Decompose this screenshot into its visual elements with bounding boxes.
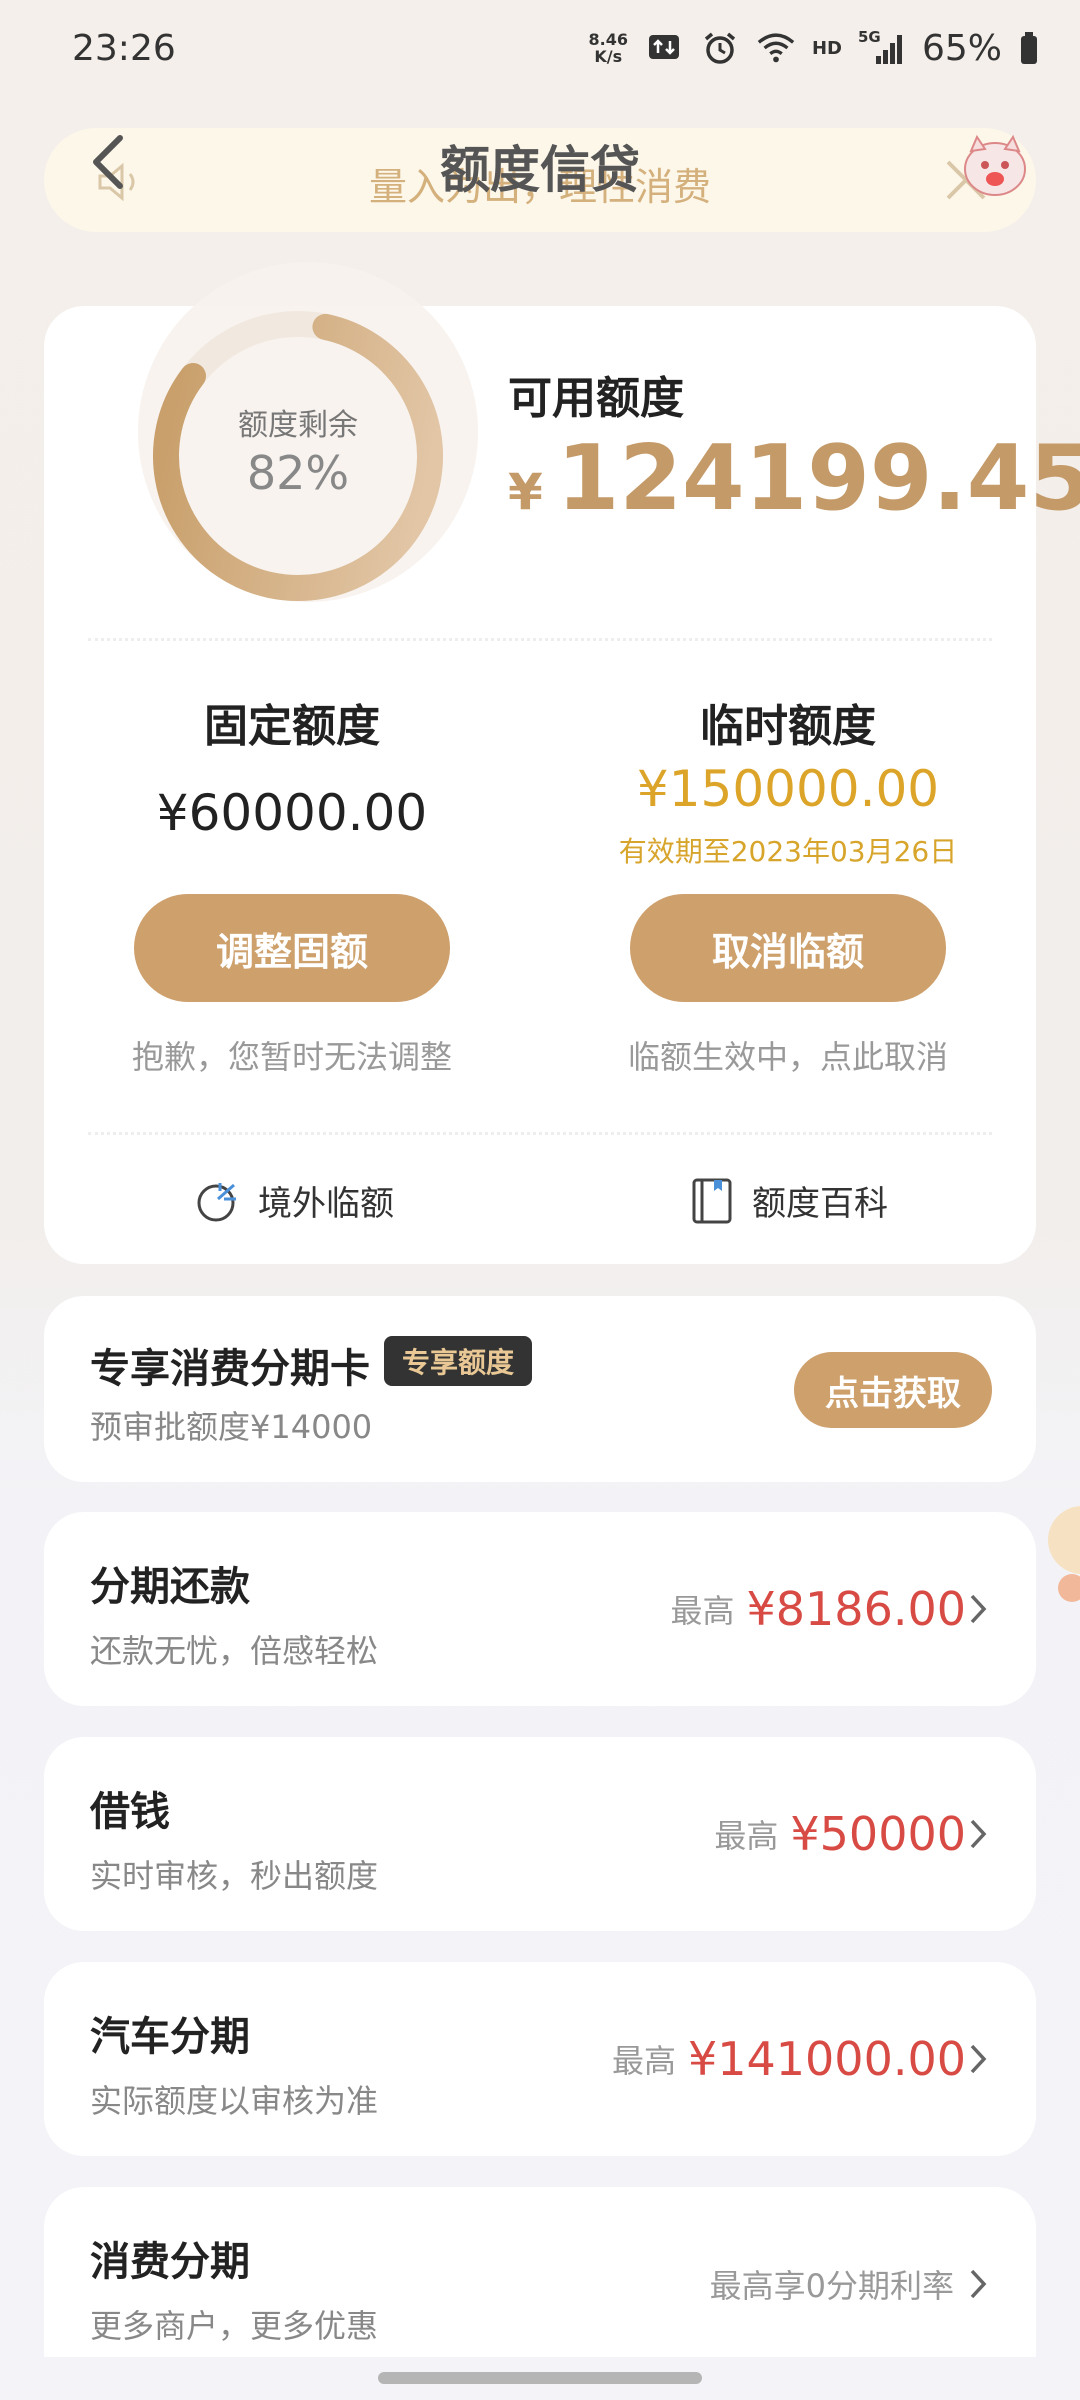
temp-credit-hint[interactable]: 临额生效中，点此取消 (588, 1032, 988, 1078)
net-speed-unit: K/s (594, 47, 623, 66)
divider (88, 638, 992, 641)
temp-credit-validity: 有效期至2023年03月26日 (618, 835, 958, 868)
battery-icon (1018, 28, 1040, 68)
list-item-subtitle: 更多商户，更多优惠 (90, 2307, 379, 2345)
floating-promo-icon[interactable] (1042, 1500, 1080, 1610)
page-title: 额度信贷 (440, 141, 640, 199)
ring-percent: 82% (246, 446, 350, 500)
battery-percent: 65% (921, 27, 1002, 69)
status-bar: 23:26 8.46 K/s HD 5G 65% (0, 0, 1080, 96)
max-label: 最高 (611, 2042, 676, 2080)
fixed-credit-hint: 抱歉，您暂时无法调整 (131, 1038, 452, 1076)
list-item-subtitle: 还款无忧，倍感轻松 (90, 1632, 379, 1670)
list-item-title: 汽车分期 (90, 2014, 250, 2060)
status-time: 23:26 (72, 27, 176, 69)
max-label: 最高 (714, 1817, 779, 1855)
fixed-credit-title: 固定额度 (204, 701, 380, 752)
list-item-title: 消费分期 (90, 2239, 250, 2285)
list-item-subtitle: 实时审核，秒出额度 (90, 1857, 379, 1895)
chevron-right-icon (970, 1594, 987, 1624)
temp-credit-amount: ¥150000.00 (636, 760, 940, 818)
exclusive-subtitle: 预审批额度¥14000 (90, 1408, 373, 1446)
list-item-subtitle: 实际额度以审核为准 (90, 2082, 379, 2120)
wifi-icon (756, 28, 796, 68)
overseas-credit-link[interactable]: 境外临额 (194, 1176, 394, 1225)
max-label: 最高 (670, 1592, 735, 1630)
adjust-fixed-button[interactable]: 调整固额 (134, 894, 450, 1002)
divider (88, 1132, 992, 1135)
currency-symbol: ¥ (508, 463, 543, 521)
net-speed: 8.46 K/s (588, 31, 627, 65)
ring-label: 额度剩余 (238, 408, 358, 443)
data-transfer-icon (644, 28, 684, 68)
credit-wiki-link[interactable]: 额度百科 (690, 1176, 888, 1225)
net-speed-value: 8.46 (588, 30, 628, 49)
signal-label: 5G (857, 28, 881, 46)
list-item-borrow[interactable]: 借钱 实时审核，秒出额度 最高 ¥50000 (44, 1737, 1036, 1931)
mascot-icon[interactable] (955, 125, 1035, 205)
max-value: ¥50000 (790, 1807, 966, 1861)
credit-summary-card: 额度剩余 82% 可用额度 ¥124199.45 固定额度 ¥60000.00 … (44, 262, 1080, 1264)
chevron-right-icon (970, 2269, 987, 2299)
fixed-credit-amount: ¥60000.00 (156, 784, 428, 842)
list-item-max: 最高 ¥50000 (714, 1737, 966, 1931)
cell-signal-icon: 5G (858, 28, 906, 68)
status-icons: 8.46 K/s HD 5G 65% (588, 28, 1040, 69)
list-item-max: 最高享0分期利率 (710, 2187, 966, 2381)
home-indicator[interactable] (378, 2372, 702, 2384)
exclusive-installment-card[interactable]: 专享消费分期卡 专享额度 预审批额度¥14000 点击获取 (44, 1296, 1036, 1482)
cancel-temp-button[interactable]: 取消临额 (630, 894, 946, 1002)
overseas-credit-label: 境外临额 (258, 1184, 394, 1224)
max-label: 最高享0分期利率 (709, 2267, 954, 2305)
list-item-title: 分期还款 (90, 1564, 250, 1610)
exclusive-title: 专享消费分期卡 (90, 1346, 370, 1392)
max-value: ¥8186.00 (746, 1582, 967, 1636)
list-item-consumer-installment[interactable]: 消费分期 更多商户，更多优惠 最高享0分期利率 (44, 2187, 1036, 2357)
book-icon (692, 1178, 732, 1223)
available-credit-label: 可用额度 (508, 373, 684, 424)
list-item-installment-repay[interactable]: 分期还款 还款无忧，倍感轻松 最高 ¥8186.00 (44, 1512, 1036, 1706)
alarm-icon (700, 28, 740, 68)
exclusive-badge: 专享额度 (384, 1336, 533, 1386)
list-item-title: 借钱 (90, 1789, 170, 1835)
get-now-button[interactable]: 点击获取 (794, 1352, 992, 1428)
chevron-right-icon (970, 1819, 987, 1849)
list-item-max: 最高 ¥8186.00 (670, 1512, 966, 1706)
list-item-auto-installment[interactable]: 汽车分期 实际额度以审核为准 最高 ¥141000.00 (44, 1962, 1036, 2156)
max-value: ¥141000.00 (687, 2032, 966, 2086)
available-credit-amount: ¥124199.45 (508, 426, 1080, 531)
available-amount-value: 124199.45 (556, 426, 1080, 531)
plane-globe-icon (197, 1182, 236, 1221)
credit-wiki-label: 额度百科 (752, 1184, 888, 1224)
list-item-max: 最高 ¥141000.00 (612, 1962, 966, 2156)
chevron-right-icon (970, 2044, 987, 2074)
temp-credit-title: 临时额度 (700, 701, 876, 752)
hd-label: HD (811, 37, 842, 59)
